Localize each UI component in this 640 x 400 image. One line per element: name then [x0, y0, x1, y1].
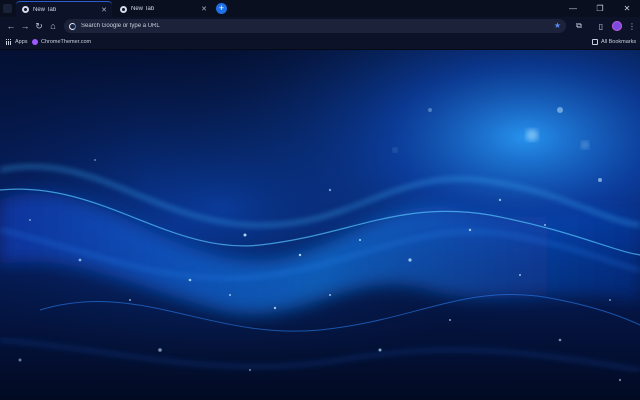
star-icon[interactable]: ★: [554, 21, 561, 30]
tab-strip: New Tab ✕ New Tab ✕ + — ❐ ✕: [0, 0, 640, 17]
bookmark-label: ChromeThemer.com: [41, 39, 92, 45]
close-window-button[interactable]: ✕: [614, 0, 640, 17]
tab-new-tab[interactable]: New Tab ✕: [114, 1, 212, 17]
side-panel-icon: ▯: [598, 21, 604, 31]
apps-grid-icon: [6, 39, 12, 45]
maximize-button[interactable]: ❐: [587, 0, 613, 17]
arrow-left-icon: ←: [6, 21, 16, 31]
new-tab-button[interactable]: +: [216, 3, 227, 14]
extensions-button[interactable]: ⧉: [574, 21, 584, 31]
close-icon[interactable]: ✕: [200, 5, 208, 13]
arrow-right-icon: →: [20, 21, 30, 31]
tab-search-button[interactable]: [3, 4, 12, 13]
address-input[interactable]: [81, 23, 521, 29]
all-bookmarks-button[interactable]: All Bookmarks: [592, 37, 636, 47]
folder-icon: [592, 39, 598, 45]
profile-avatar[interactable]: [612, 21, 622, 31]
plus-icon: +: [218, 3, 225, 13]
chrome-icon: [22, 6, 29, 13]
toolbar: ← → ↻ ⌂ ★ ⧉ ▯ ⋮: [0, 17, 640, 35]
reload-icon: ↻: [35, 20, 43, 31]
menu-button[interactable]: ⋮: [627, 21, 637, 31]
wave-background-image: [0, 50, 640, 400]
tab-new-tab-active[interactable]: New Tab ✕: [16, 1, 112, 17]
tab-title: New Tab: [131, 6, 155, 12]
tab-title: New Tab: [33, 6, 57, 13]
minimize-button[interactable]: —: [560, 0, 586, 17]
bookmarks-bar: Apps ChromeThemer.com All Bookmarks: [0, 35, 640, 50]
close-icon: ✕: [623, 4, 631, 13]
close-icon[interactable]: ✕: [100, 6, 108, 14]
bookmark-label: All Bookmarks: [601, 39, 637, 45]
bookmark-chromethemer[interactable]: ChromeThemer.com: [32, 37, 91, 47]
chrome-icon: [120, 5, 127, 13]
puzzle-icon: ⧉: [576, 21, 582, 30]
google-icon: [69, 22, 76, 30]
home-button[interactable]: ⌂: [47, 20, 59, 32]
omnibox[interactable]: ★: [64, 19, 566, 33]
back-button[interactable]: ←: [5, 20, 17, 32]
minimize-icon: —: [569, 4, 577, 13]
chromethemer-icon: [32, 39, 38, 45]
browser-window: New Tab ✕ New Tab ✕ + — ❐ ✕ ← → ↻ ⌂ Sear…: [0, 0, 640, 400]
new-tab-background: [0, 50, 640, 400]
side-panel-button[interactable]: ▯: [596, 21, 606, 31]
kebab-menu-icon: ⋮: [628, 21, 636, 31]
bookmark-apps[interactable]: Apps: [6, 37, 28, 47]
restore-icon: ❐: [596, 4, 604, 13]
forward-button[interactable]: →: [19, 20, 31, 32]
home-icon: ⌂: [50, 21, 56, 31]
reload-button[interactable]: ↻: [33, 20, 45, 32]
bookmark-label: Apps: [15, 39, 28, 45]
